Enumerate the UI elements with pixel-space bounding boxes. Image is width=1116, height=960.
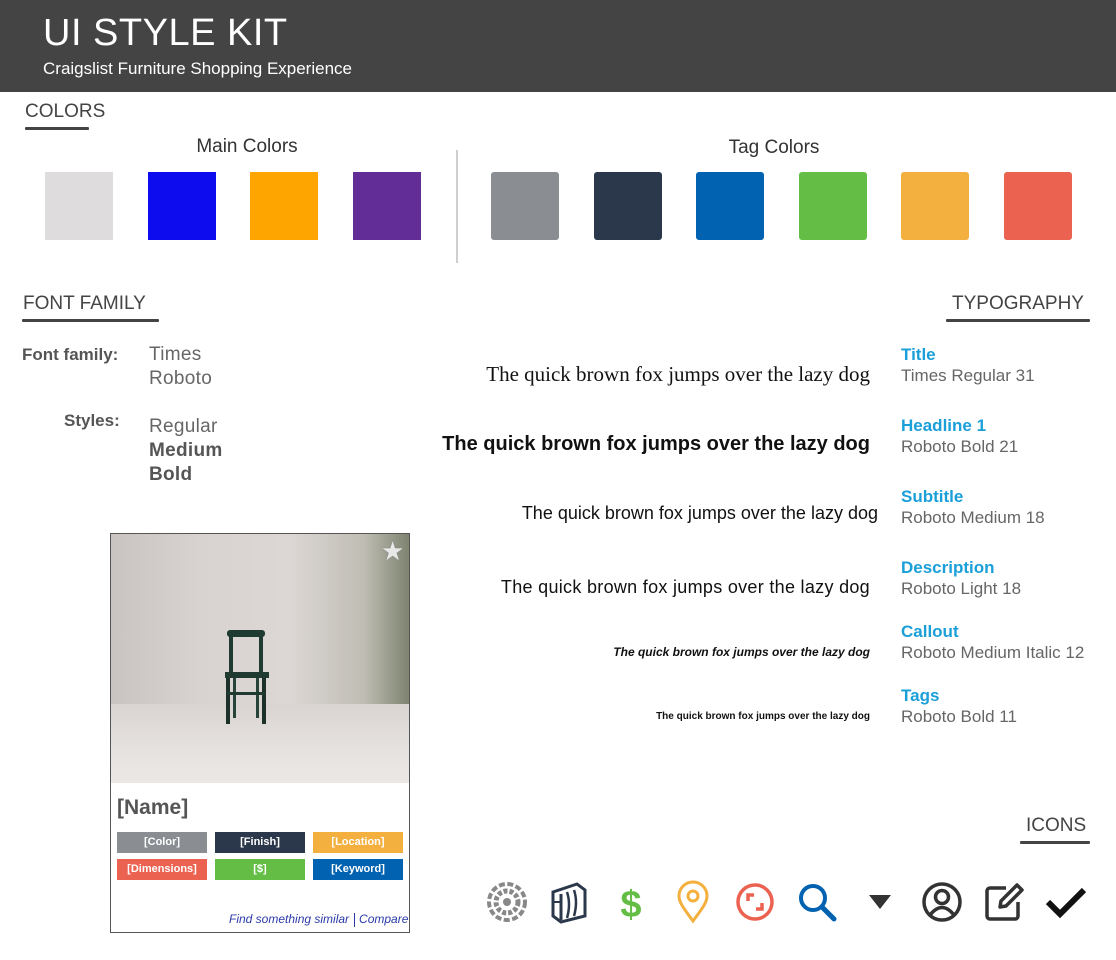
sample-subtitle: The quick brown fox jumps over the lazy …: [521, 503, 878, 523]
sample-callout: The quick brown fox jumps over the lazy …: [613, 645, 870, 659]
tag-color-swatch: [901, 172, 969, 240]
icons-section-title: ICONS: [1026, 815, 1087, 836]
card-links: Find something similar Compare: [229, 912, 408, 927]
color-wheel-icon[interactable]: [485, 880, 529, 924]
svg-text:$: $: [620, 884, 641, 924]
main-color-swatch: [45, 172, 113, 240]
main-color-swatch: [353, 172, 421, 240]
chair-illustration: [225, 630, 269, 724]
tag-color-swatch: [799, 172, 867, 240]
tag-colors-title: Tag Colors: [728, 137, 820, 158]
compare-link[interactable]: Compare: [359, 912, 408, 926]
favorite-star-icon[interactable]: ★: [381, 538, 404, 564]
user-account-icon[interactable]: [920, 880, 964, 924]
style-value-bold: Bold: [149, 464, 193, 485]
page-subtitle: Craigslist Furniture Shopping Experience: [43, 59, 352, 78]
typography-spec: Roboto Medium 18: [901, 508, 1045, 527]
tag-color-swatch: [594, 172, 662, 240]
tag-color-swatch: [696, 172, 764, 240]
typography-spec: Times Regular 31: [901, 366, 1035, 385]
sample-description: The quick brown fox jumps over the lazy …: [500, 577, 870, 597]
tag-chip[interactable]: [Keyword]: [313, 859, 403, 880]
tag-chip[interactable]: [Color]: [117, 832, 207, 853]
tag-color-swatch: [491, 172, 559, 240]
typography-spec: Roboto Bold 11: [901, 707, 1017, 726]
typography-name: Headline 1: [901, 416, 987, 435]
typography-section-title: TYPOGRAPHY: [952, 293, 1084, 314]
colors-section-title: COLORS: [25, 101, 106, 122]
main-colors-title: Main Colors: [196, 136, 298, 157]
sample-title: The quick brown fox jumps over the lazy …: [486, 362, 870, 386]
page-header: UI STYLE KIT Craigslist Furniture Shoppi…: [0, 0, 1116, 92]
location-pin-icon[interactable]: [671, 880, 715, 924]
font-family-underline: [22, 319, 159, 322]
typography-name: Subtitle: [901, 487, 964, 506]
font-family-section-title: FONT FAMILY: [23, 293, 146, 314]
link-separator: [354, 912, 356, 927]
styles-label: Styles:: [64, 411, 120, 430]
main-color-swatch: [250, 172, 318, 240]
edit-icon[interactable]: [982, 880, 1026, 924]
font-family-value: Roboto: [149, 368, 213, 389]
dimensions-expand-icon[interactable]: [733, 880, 777, 924]
tag-chip[interactable]: [Dimensions]: [117, 859, 207, 880]
search-icon[interactable]: [795, 880, 839, 924]
wood-finish-icon[interactable]: [547, 880, 591, 924]
style-value-regular: Regular: [149, 416, 218, 437]
find-similar-link[interactable]: Find something similar: [229, 912, 349, 926]
product-card[interactable]: ★ [Name] [Color] [Finish] [Location] [Di…: [110, 533, 410, 933]
typography-spec: Roboto Bold 21: [901, 437, 1019, 456]
icons-underline: [1020, 841, 1090, 844]
tag-color-swatch: [1004, 172, 1072, 240]
dollar-icon[interactable]: $: [609, 880, 653, 924]
font-family-label: Font family:: [22, 345, 119, 364]
tag-chip[interactable]: [Location]: [313, 832, 403, 853]
checkmark-icon[interactable]: [1044, 880, 1088, 924]
colors-underline: [25, 127, 89, 130]
typography-name: Title: [901, 345, 936, 364]
typography-name: Tags: [901, 686, 940, 705]
typography-underline: [946, 319, 1090, 322]
colors-divider: [456, 150, 458, 263]
font-family-value: Times: [149, 344, 202, 365]
typography-name: Callout: [901, 622, 959, 641]
caret-down-icon[interactable]: [858, 880, 902, 924]
product-photo: [111, 534, 409, 783]
typography-spec: Roboto Light 18: [901, 579, 1022, 598]
style-value-medium: Medium: [149, 440, 223, 461]
sample-tags: The quick brown fox jumps over the lazy …: [656, 711, 870, 722]
product-name: [Name]: [117, 796, 189, 819]
page-title: UI STYLE KIT: [43, 12, 288, 54]
tag-chip[interactable]: [$]: [215, 859, 305, 880]
main-color-swatch: [148, 172, 216, 240]
typography-name: Description: [901, 558, 995, 577]
sample-headline: The quick brown fox jumps over the lazy …: [442, 433, 870, 455]
tag-chip[interactable]: [Finish]: [215, 832, 305, 853]
typography-spec: Roboto Medium Italic 12: [901, 643, 1085, 662]
